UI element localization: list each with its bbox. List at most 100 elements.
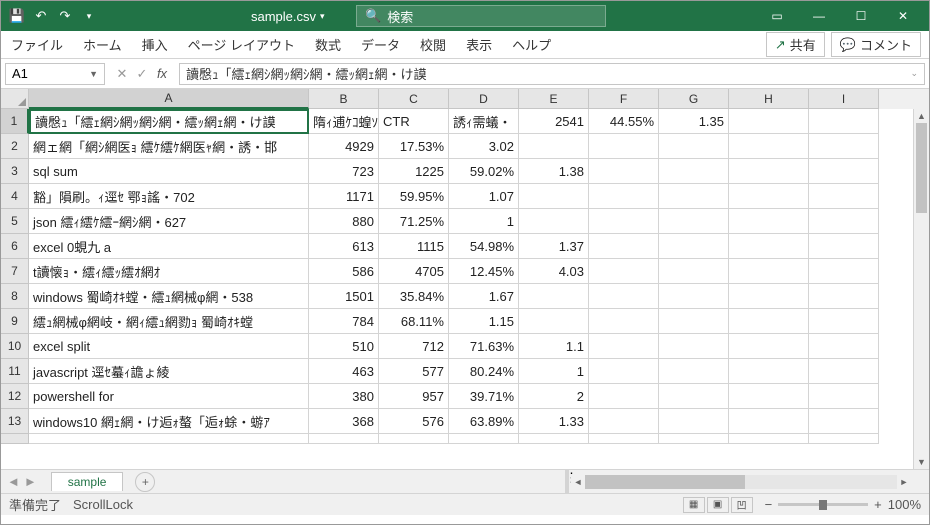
cell-G11[interactable] xyxy=(659,359,729,384)
tab-layout[interactable]: ページ レイアウト xyxy=(186,31,297,58)
tab-formulas[interactable]: 数式 xyxy=(313,31,343,58)
enter-formula-icon[interactable]: ✓ xyxy=(133,66,151,82)
cell-B10[interactable]: 510 xyxy=(309,334,379,359)
scroll-left-arrow-icon[interactable]: ◄ xyxy=(571,477,585,487)
cell-I13[interactable] xyxy=(809,409,879,434)
scroll-up-arrow-icon[interactable]: ▲ xyxy=(914,109,929,123)
cell-I6[interactable] xyxy=(809,234,879,259)
cell-F1[interactable]: 44.55% xyxy=(589,109,659,134)
cell-A2[interactable]: 網ェ網「網ｼ網医ｮ 繧ｹ繧ｹ網医ｬ網・誘・邯 xyxy=(29,134,309,159)
cell-H6[interactable] xyxy=(729,234,809,259)
add-sheet-button[interactable]: + xyxy=(135,472,155,492)
view-break-icon[interactable]: 凹 xyxy=(731,497,753,513)
cell-G8[interactable] xyxy=(659,284,729,309)
cell-H2[interactable] xyxy=(729,134,809,159)
zoom-in-button[interactable]: + xyxy=(874,497,882,512)
cell-C3[interactable]: 1225 xyxy=(379,159,449,184)
cell-B7[interactable]: 586 xyxy=(309,259,379,284)
view-layout-icon[interactable]: ▣ xyxy=(707,497,729,513)
cell-H11[interactable] xyxy=(729,359,809,384)
row-header[interactable]: 2 xyxy=(1,134,29,159)
tab-data[interactable]: データ xyxy=(359,31,402,58)
cell-C9[interactable]: 68.11% xyxy=(379,309,449,334)
cell-A3[interactable]: sql sum xyxy=(29,159,309,184)
select-all-corner[interactable] xyxy=(1,89,29,109)
cell-C2[interactable]: 17.53% xyxy=(379,134,449,159)
cell-A13[interactable]: windows10 網ｪ網・け逅ｫ螯「逅ｫ蜍・蝣ｱ xyxy=(29,409,309,434)
tab-file[interactable]: ファイル xyxy=(9,31,65,58)
cell-D1[interactable]: 誘ｨ需蟻・ xyxy=(449,109,519,134)
cell-H7[interactable] xyxy=(729,259,809,284)
qat-dropdown-icon[interactable]: ▾ xyxy=(79,6,99,26)
cell-E7[interactable]: 4.03 xyxy=(519,259,589,284)
cell-A12[interactable]: powershell for xyxy=(29,384,309,409)
cell-I5[interactable] xyxy=(809,209,879,234)
cell-C7[interactable]: 4705 xyxy=(379,259,449,284)
cell-E1[interactable]: 2541 xyxy=(519,109,589,134)
maximize-icon[interactable]: ☐ xyxy=(841,2,881,30)
cell-H4[interactable] xyxy=(729,184,809,209)
cell-G9[interactable] xyxy=(659,309,729,334)
cell-F13[interactable] xyxy=(589,409,659,434)
cell-I3[interactable] xyxy=(809,159,879,184)
col-header-A[interactable]: A xyxy=(29,89,309,109)
cell-D8[interactable]: 1.67 xyxy=(449,284,519,309)
minimize-icon[interactable]: — xyxy=(799,2,839,30)
cell-A6[interactable]: excel 0蜆九 a xyxy=(29,234,309,259)
cell-B4[interactable]: 1171 xyxy=(309,184,379,209)
cell-C1[interactable]: CTR xyxy=(379,109,449,134)
cell-D6[interactable]: 54.98% xyxy=(449,234,519,259)
cell-A8[interactable]: windows 蜀崎ｵｷ螳・繧ｭ網械φ網・538 xyxy=(29,284,309,309)
cell-H12[interactable] xyxy=(729,384,809,409)
cell-G10[interactable] xyxy=(659,334,729,359)
cell-D12[interactable]: 39.71% xyxy=(449,384,519,409)
cell-C6[interactable]: 1115 xyxy=(379,234,449,259)
cell-G13[interactable] xyxy=(659,409,729,434)
col-header-E[interactable]: E xyxy=(519,89,589,109)
cell-D5[interactable]: 1 xyxy=(449,209,519,234)
cell-E5[interactable] xyxy=(519,209,589,234)
formula-expand-icon[interactable]: ⌄ xyxy=(910,68,918,79)
row-header[interactable]: 5 xyxy=(1,209,29,234)
cell-H9[interactable] xyxy=(729,309,809,334)
col-header-H[interactable]: H xyxy=(729,89,809,109)
cell-I10[interactable] xyxy=(809,334,879,359)
cell-D4[interactable]: 1.07 xyxy=(449,184,519,209)
cell-F12[interactable] xyxy=(589,384,659,409)
cell-F8[interactable] xyxy=(589,284,659,309)
cell-C11[interactable]: 577 xyxy=(379,359,449,384)
cell-B5[interactable]: 880 xyxy=(309,209,379,234)
save-icon[interactable]: 💾 xyxy=(7,6,27,26)
hscroll-thumb[interactable] xyxy=(585,475,745,489)
cell-H3[interactable] xyxy=(729,159,809,184)
col-header-I[interactable]: I xyxy=(809,89,879,109)
cell-I8[interactable] xyxy=(809,284,879,309)
col-header-F[interactable]: F xyxy=(589,89,659,109)
cell-I11[interactable] xyxy=(809,359,879,384)
cell-E8[interactable] xyxy=(519,284,589,309)
row-header[interactable]: 9 xyxy=(1,309,29,334)
row-header[interactable]: 12 xyxy=(1,384,29,409)
row-header[interactable]: 8 xyxy=(1,284,29,309)
search-box[interactable]: 🔍 検索 xyxy=(356,5,606,27)
formula-input[interactable]: 讀慇ｭ「繧ｪ網ｼ網ｯ網ｼ網・繧ｯ網ｪ網・け謨 ⌄ xyxy=(179,63,925,85)
vertical-scrollbar[interactable]: ▲ ▼ xyxy=(913,109,929,469)
scroll-thumb[interactable] xyxy=(916,123,927,213)
zoom-out-button[interactable]: − xyxy=(765,497,773,512)
cell-G2[interactable] xyxy=(659,134,729,159)
undo-icon[interactable]: ↶ xyxy=(31,6,51,26)
fx-icon[interactable]: fx xyxy=(153,66,171,81)
cell-B13[interactable]: 368 xyxy=(309,409,379,434)
horizontal-scrollbar[interactable]: ◄ ► xyxy=(571,474,911,490)
redo-icon[interactable]: ↷ xyxy=(55,6,75,26)
cell-G3[interactable] xyxy=(659,159,729,184)
cell-A10[interactable]: excel split xyxy=(29,334,309,359)
row-header[interactable]: 1 xyxy=(1,109,29,134)
sheet-nav[interactable]: ◄► xyxy=(1,474,43,489)
ribbon-options-icon[interactable]: ▭ xyxy=(757,2,797,30)
cell-D7[interactable]: 12.45% xyxy=(449,259,519,284)
cell-G5[interactable] xyxy=(659,209,729,234)
share-button[interactable]: ↗共有 xyxy=(766,32,825,57)
cell-E6[interactable]: 1.37 xyxy=(519,234,589,259)
cell-D2[interactable]: 3.02 xyxy=(449,134,519,159)
